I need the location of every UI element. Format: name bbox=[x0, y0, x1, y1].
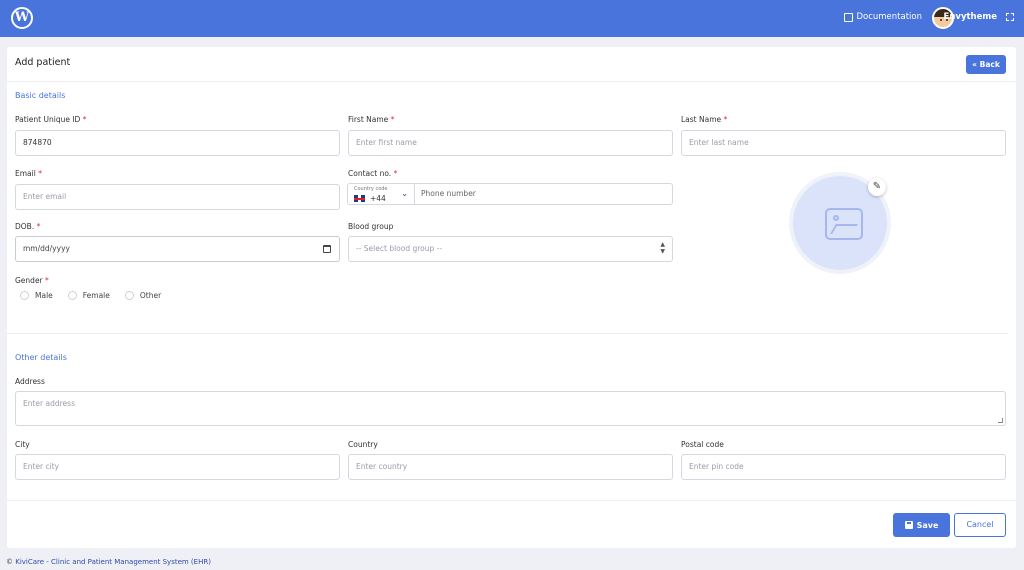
address-textarea[interactable]: Enter address bbox=[15, 391, 1006, 426]
uk-flag-icon bbox=[354, 195, 365, 202]
save-button[interactable]: Save bbox=[893, 513, 950, 537]
save-icon bbox=[904, 521, 913, 529]
gender-option-label: Female bbox=[82, 291, 110, 300]
dob-label: DOB. * bbox=[15, 222, 41, 231]
fullscreen-icon[interactable] bbox=[1006, 13, 1014, 21]
contact-label: Contact no. * bbox=[348, 169, 398, 178]
documentation-label: Documentation bbox=[856, 12, 922, 22]
country-label: Country bbox=[348, 440, 378, 449]
phone-input[interactable]: Phone number bbox=[415, 184, 672, 204]
pencil-icon[interactable]: ✎ bbox=[868, 178, 886, 196]
kivicare-link[interactable]: KiviCare - Clinic and Patient Management… bbox=[15, 558, 211, 566]
gender-option-label: Other bbox=[139, 291, 162, 300]
resize-handle-icon[interactable] bbox=[998, 418, 1003, 423]
select-arrow-icon: ▲ ▼ bbox=[660, 241, 665, 255]
gender-option-label: Male bbox=[35, 291, 53, 300]
first-name-input[interactable]: Enter first name bbox=[348, 130, 673, 156]
external-link-icon bbox=[844, 12, 854, 22]
username[interactable]: Envytheme bbox=[944, 12, 997, 22]
image-placeholder-icon bbox=[825, 208, 863, 240]
country-code-select[interactable]: Country code +44 ⌄ bbox=[348, 184, 415, 204]
country-input[interactable]: Enter country bbox=[348, 454, 673, 480]
postal-code-label: Postal code bbox=[681, 440, 724, 449]
chevron-down-icon: ⌄ bbox=[401, 189, 408, 198]
other-details-heading: Other details bbox=[15, 353, 67, 362]
profile-image-upload[interactable]: ✎ bbox=[789, 172, 891, 274]
email-label: Email * bbox=[15, 169, 42, 178]
actions-divider bbox=[7, 500, 1016, 501]
blood-group-label: Blood group bbox=[348, 222, 394, 231]
gender-female-radio[interactable] bbox=[67, 291, 77, 300]
city-input[interactable]: Enter city bbox=[15, 454, 340, 480]
admin-top-bar: W Documentation Envytheme bbox=[0, 0, 1024, 37]
patient-id-label: Patient Unique ID * bbox=[15, 115, 87, 124]
documentation-link[interactable]: Documentation bbox=[844, 12, 922, 22]
patient-id-input[interactable]: 874870 bbox=[15, 130, 340, 156]
blood-group-select[interactable]: -- Select blood group -- ▲ ▼ bbox=[348, 236, 673, 262]
gender-male-radio[interactable] bbox=[20, 291, 29, 300]
cancel-button[interactable]: Cancel bbox=[954, 513, 1006, 537]
gender-label: Gender * bbox=[15, 276, 49, 285]
city-label: City bbox=[15, 440, 30, 449]
card-header: Add patient « Back bbox=[7, 47, 1016, 82]
first-name-label: First Name * bbox=[348, 115, 395, 124]
dob-input[interactable]: mm/dd/yyyy bbox=[15, 236, 340, 262]
wordpress-logo-icon[interactable]: W bbox=[11, 7, 33, 29]
gender-radio-group: Male Female Other bbox=[20, 291, 170, 300]
email-input[interactable]: Enter email bbox=[15, 184, 340, 210]
page-title: Add patient bbox=[15, 57, 71, 68]
calendar-icon[interactable] bbox=[323, 245, 331, 253]
page-footer: © KiviCare - Clinic and Patient Manageme… bbox=[6, 558, 211, 566]
basic-details-heading: Basic details bbox=[15, 91, 66, 100]
contact-field: Country code +44 ⌄ Phone number bbox=[347, 183, 673, 205]
back-button[interactable]: « Back bbox=[966, 55, 1006, 74]
add-patient-card: Add patient « Back Basic details Patient… bbox=[7, 47, 1016, 548]
gender-other-radio[interactable] bbox=[124, 291, 134, 300]
copyright-symbol: © bbox=[6, 558, 13, 566]
postal-code-input[interactable]: Enter pin code bbox=[681, 454, 1006, 480]
section-divider bbox=[7, 333, 1008, 334]
address-label: Address bbox=[15, 377, 45, 386]
last-name-input[interactable]: Enter last name bbox=[681, 130, 1006, 156]
last-name-label: Last Name * bbox=[681, 115, 728, 124]
